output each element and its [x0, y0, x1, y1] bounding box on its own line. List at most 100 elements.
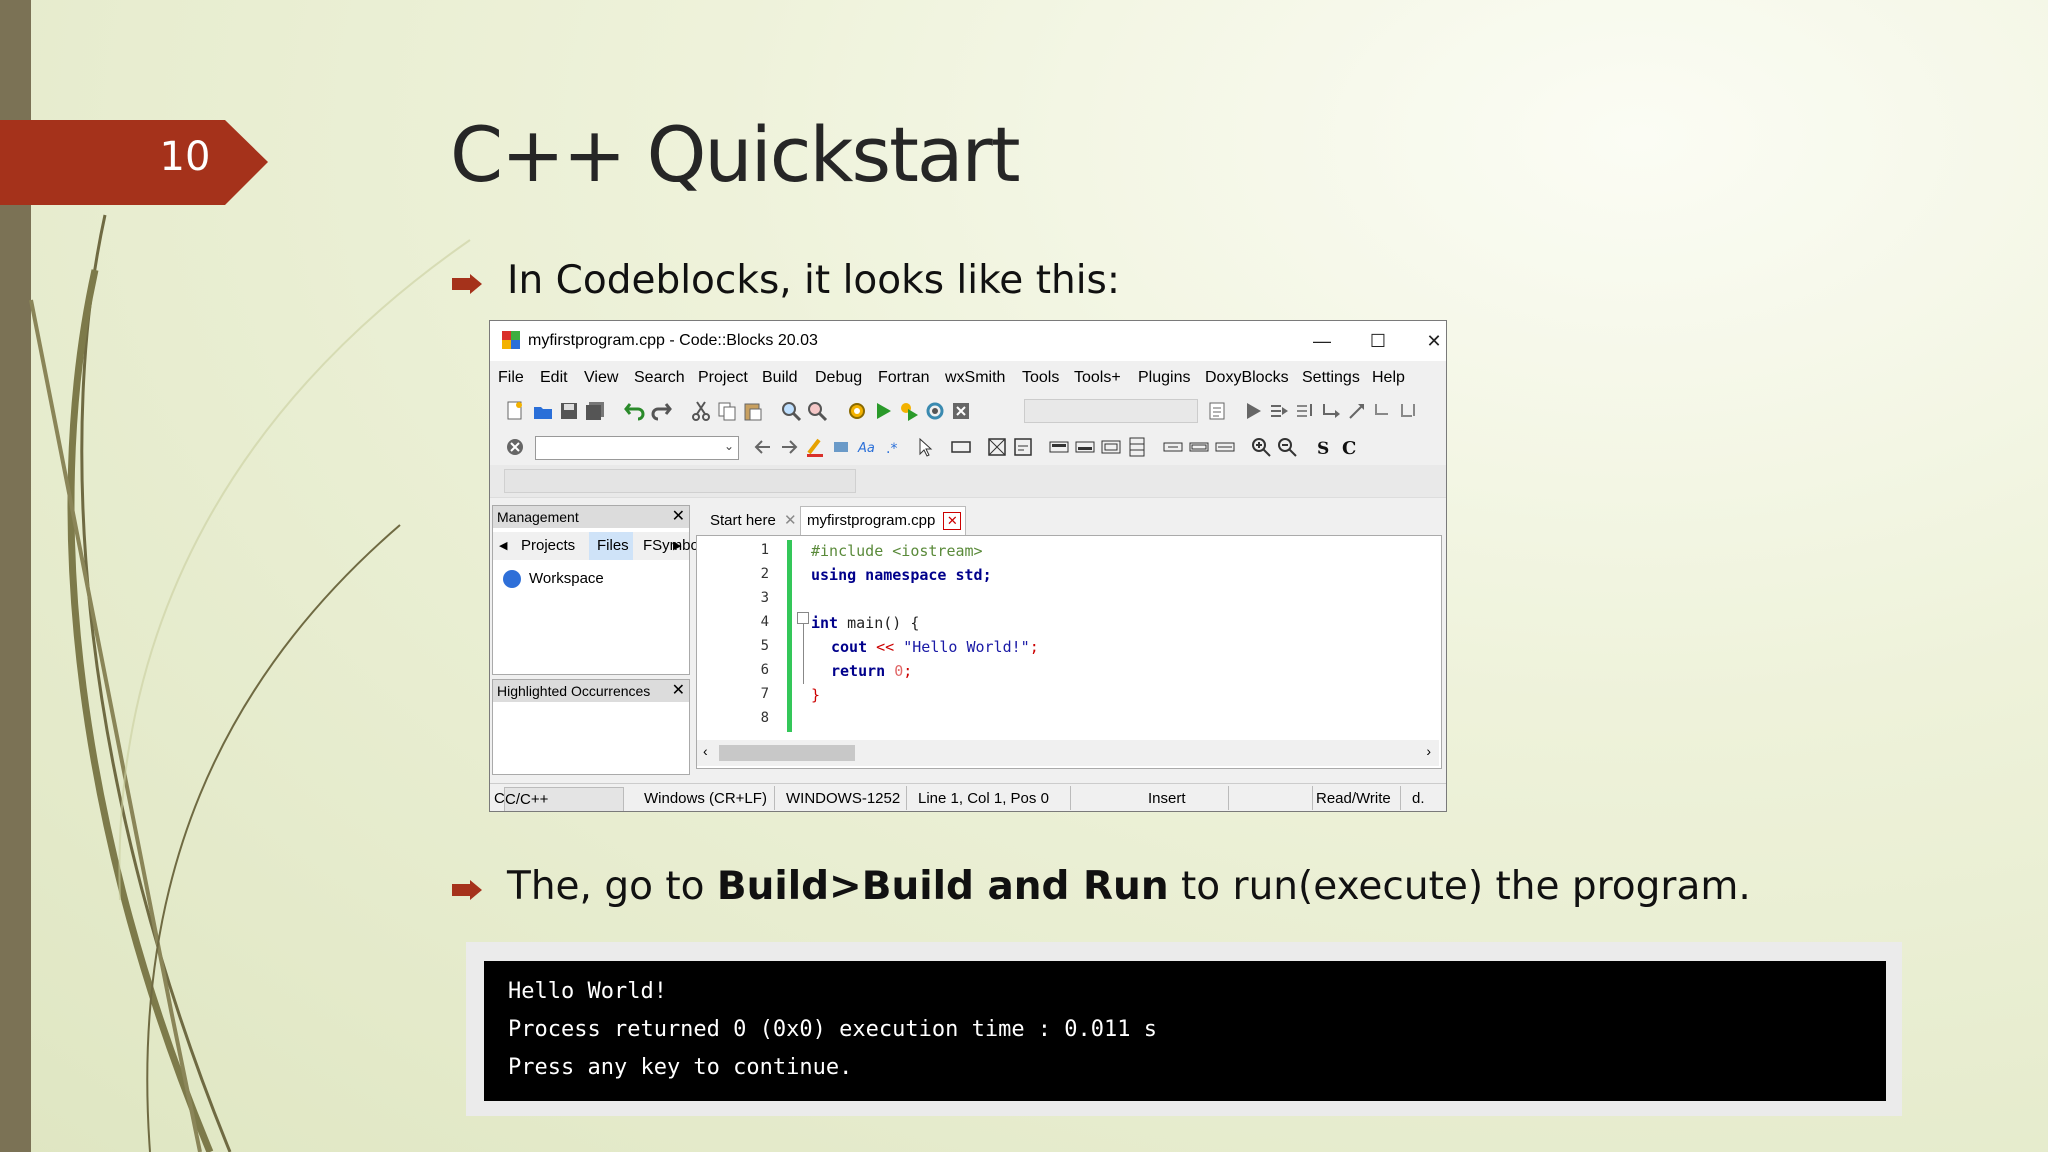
open-icon[interactable]: [532, 400, 554, 422]
code-text: main() {: [838, 614, 920, 632]
code-completion-select[interactable]: ⌄: [535, 436, 739, 460]
build-and-run-icon[interactable]: [898, 400, 920, 422]
menu-edit[interactable]: Edit: [540, 369, 568, 387]
border-icon[interactable]: [1188, 436, 1210, 458]
tab-start-here[interactable]: Start here ✕: [704, 508, 803, 534]
cut-icon[interactable]: [690, 400, 712, 422]
regex-icon[interactable]: .*: [882, 436, 904, 458]
panel-icon[interactable]: [986, 436, 1008, 458]
pointer-icon[interactable]: [914, 436, 936, 458]
status-divider: [1070, 786, 1071, 810]
svg-text:C: C: [1342, 438, 1356, 458]
tab-myfirstprogram[interactable]: myfirstprogram.cpp ✕: [800, 506, 967, 535]
toggle-comment-icon[interactable]: [830, 436, 852, 458]
expand-icon[interactable]: [1214, 436, 1236, 458]
menu-search[interactable]: Search: [634, 369, 685, 387]
zoom-out-icon[interactable]: [1276, 436, 1298, 458]
toolbar-main: [490, 393, 1446, 430]
code-line-4: int main() {: [811, 614, 919, 632]
replace-icon[interactable]: [806, 400, 828, 422]
font-icon[interactable]: Aa: [856, 436, 878, 458]
copy-icon[interactable]: [716, 400, 738, 422]
grid-sizer-icon[interactable]: [1100, 436, 1122, 458]
zoom-in-icon[interactable]: [1250, 436, 1272, 458]
scroll-left-icon[interactable]: ‹: [703, 743, 708, 759]
flex-grid-sizer-icon[interactable]: [1126, 436, 1148, 458]
fold-line: [803, 624, 804, 684]
menu-project[interactable]: Project: [698, 369, 748, 387]
next-line-icon[interactable]: [1294, 400, 1316, 422]
menu-debug[interactable]: Debug: [815, 369, 862, 387]
debug-run-icon[interactable]: [1242, 400, 1264, 422]
chevron-down-icon[interactable]: ⌄: [724, 439, 734, 453]
menu-view[interactable]: View: [584, 369, 618, 387]
highlight-icon[interactable]: [804, 436, 826, 458]
tab-projects[interactable]: Projects: [521, 537, 575, 554]
save-all-icon[interactable]: [584, 400, 606, 422]
tab-files[interactable]: Files: [597, 537, 629, 554]
close-icon[interactable]: ✕: [943, 512, 962, 530]
menu-file[interactable]: File: [498, 369, 524, 387]
scroll-right-icon[interactable]: ›: [1426, 743, 1431, 759]
step-out-icon[interactable]: [1346, 400, 1368, 422]
new-file-icon[interactable]: [504, 400, 526, 422]
step-instruction-icon[interactable]: [1398, 400, 1420, 422]
management-tabs: ◀ Projects Files FSymbols ▶: [493, 532, 710, 560]
save-icon[interactable]: [558, 400, 580, 422]
source-icon[interactable]: S: [1312, 436, 1334, 458]
class-icon[interactable]: C: [1338, 436, 1360, 458]
menu-fortran[interactable]: Fortran: [878, 369, 930, 387]
paste-icon[interactable]: [742, 400, 764, 422]
maximize-icon[interactable]: ☐: [1358, 327, 1398, 355]
static-box-sizer-icon[interactable]: [1074, 436, 1096, 458]
close-icon[interactable]: ✕: [1414, 327, 1446, 355]
scroll-right-icon[interactable]: ▶: [673, 539, 681, 552]
frame-icon[interactable]: [950, 436, 972, 458]
menu-help[interactable]: Help: [1372, 369, 1405, 387]
menu-doxyblocks[interactable]: DoxyBlocks: [1205, 369, 1289, 387]
dialog-icon[interactable]: [1012, 436, 1034, 458]
rebuild-icon[interactable]: [924, 400, 946, 422]
find-icon[interactable]: [780, 400, 802, 422]
target-options-icon[interactable]: [1206, 400, 1228, 422]
close-icon[interactable]: ✕: [784, 512, 797, 529]
jump-back-icon[interactable]: [752, 436, 774, 458]
scrollbar-thumb[interactable]: [719, 745, 855, 761]
status-divider: [774, 786, 775, 810]
line-number: 1: [760, 542, 769, 558]
highlighted-occurrences-title: Highlighted Occurrences: [497, 683, 651, 699]
toolbar-search: [490, 465, 1446, 498]
bullet-2-post: to run(execute) the program.: [1168, 864, 1751, 909]
codeblocks-window: myfirstprogram.cpp - Code::Blocks 20.03 …: [489, 320, 1447, 812]
code-string: "Hello World!": [903, 638, 1030, 656]
menu-tools[interactable]: Tools: [1022, 369, 1059, 387]
next-instruction-icon[interactable]: [1372, 400, 1394, 422]
close-icon[interactable]: ✕: [668, 680, 685, 702]
step-into-icon[interactable]: [1320, 400, 1342, 422]
menu-plugins[interactable]: Plugins: [1138, 369, 1190, 387]
run-icon[interactable]: [872, 400, 894, 422]
fold-toggle-icon[interactable]: [797, 612, 809, 624]
menu-build[interactable]: Build: [762, 369, 798, 387]
code-line-6: return 0;: [831, 662, 912, 680]
menu-settings[interactable]: Settings: [1302, 369, 1360, 387]
clear-search-icon[interactable]: [504, 436, 526, 458]
abort-icon[interactable]: [950, 400, 972, 422]
build-icon[interactable]: [846, 400, 868, 422]
symbol-select[interactable]: [504, 469, 856, 493]
menu-wxsmith[interactable]: wxSmith: [945, 369, 1005, 387]
spacer-icon[interactable]: [1162, 436, 1184, 458]
jump-forward-icon[interactable]: [778, 436, 800, 458]
menu-tools-plus[interactable]: Tools+: [1074, 369, 1121, 387]
undo-icon[interactable]: [624, 400, 646, 422]
code-editor[interactable]: 1 2 3 4 5 6 7 8 #include <iostream> usin…: [696, 535, 1442, 769]
horizontal-scrollbar[interactable]: ‹ ›: [697, 740, 1439, 766]
box-sizer-icon[interactable]: [1048, 436, 1070, 458]
workspace-tree-item[interactable]: Workspace: [529, 570, 604, 587]
build-target-select[interactable]: [1024, 399, 1198, 423]
redo-icon[interactable]: [650, 400, 672, 422]
run-to-cursor-icon[interactable]: [1268, 400, 1290, 422]
minimize-icon[interactable]: —: [1302, 327, 1342, 355]
close-icon[interactable]: ✕: [668, 506, 685, 528]
scroll-left-icon[interactable]: ◀: [499, 539, 507, 552]
